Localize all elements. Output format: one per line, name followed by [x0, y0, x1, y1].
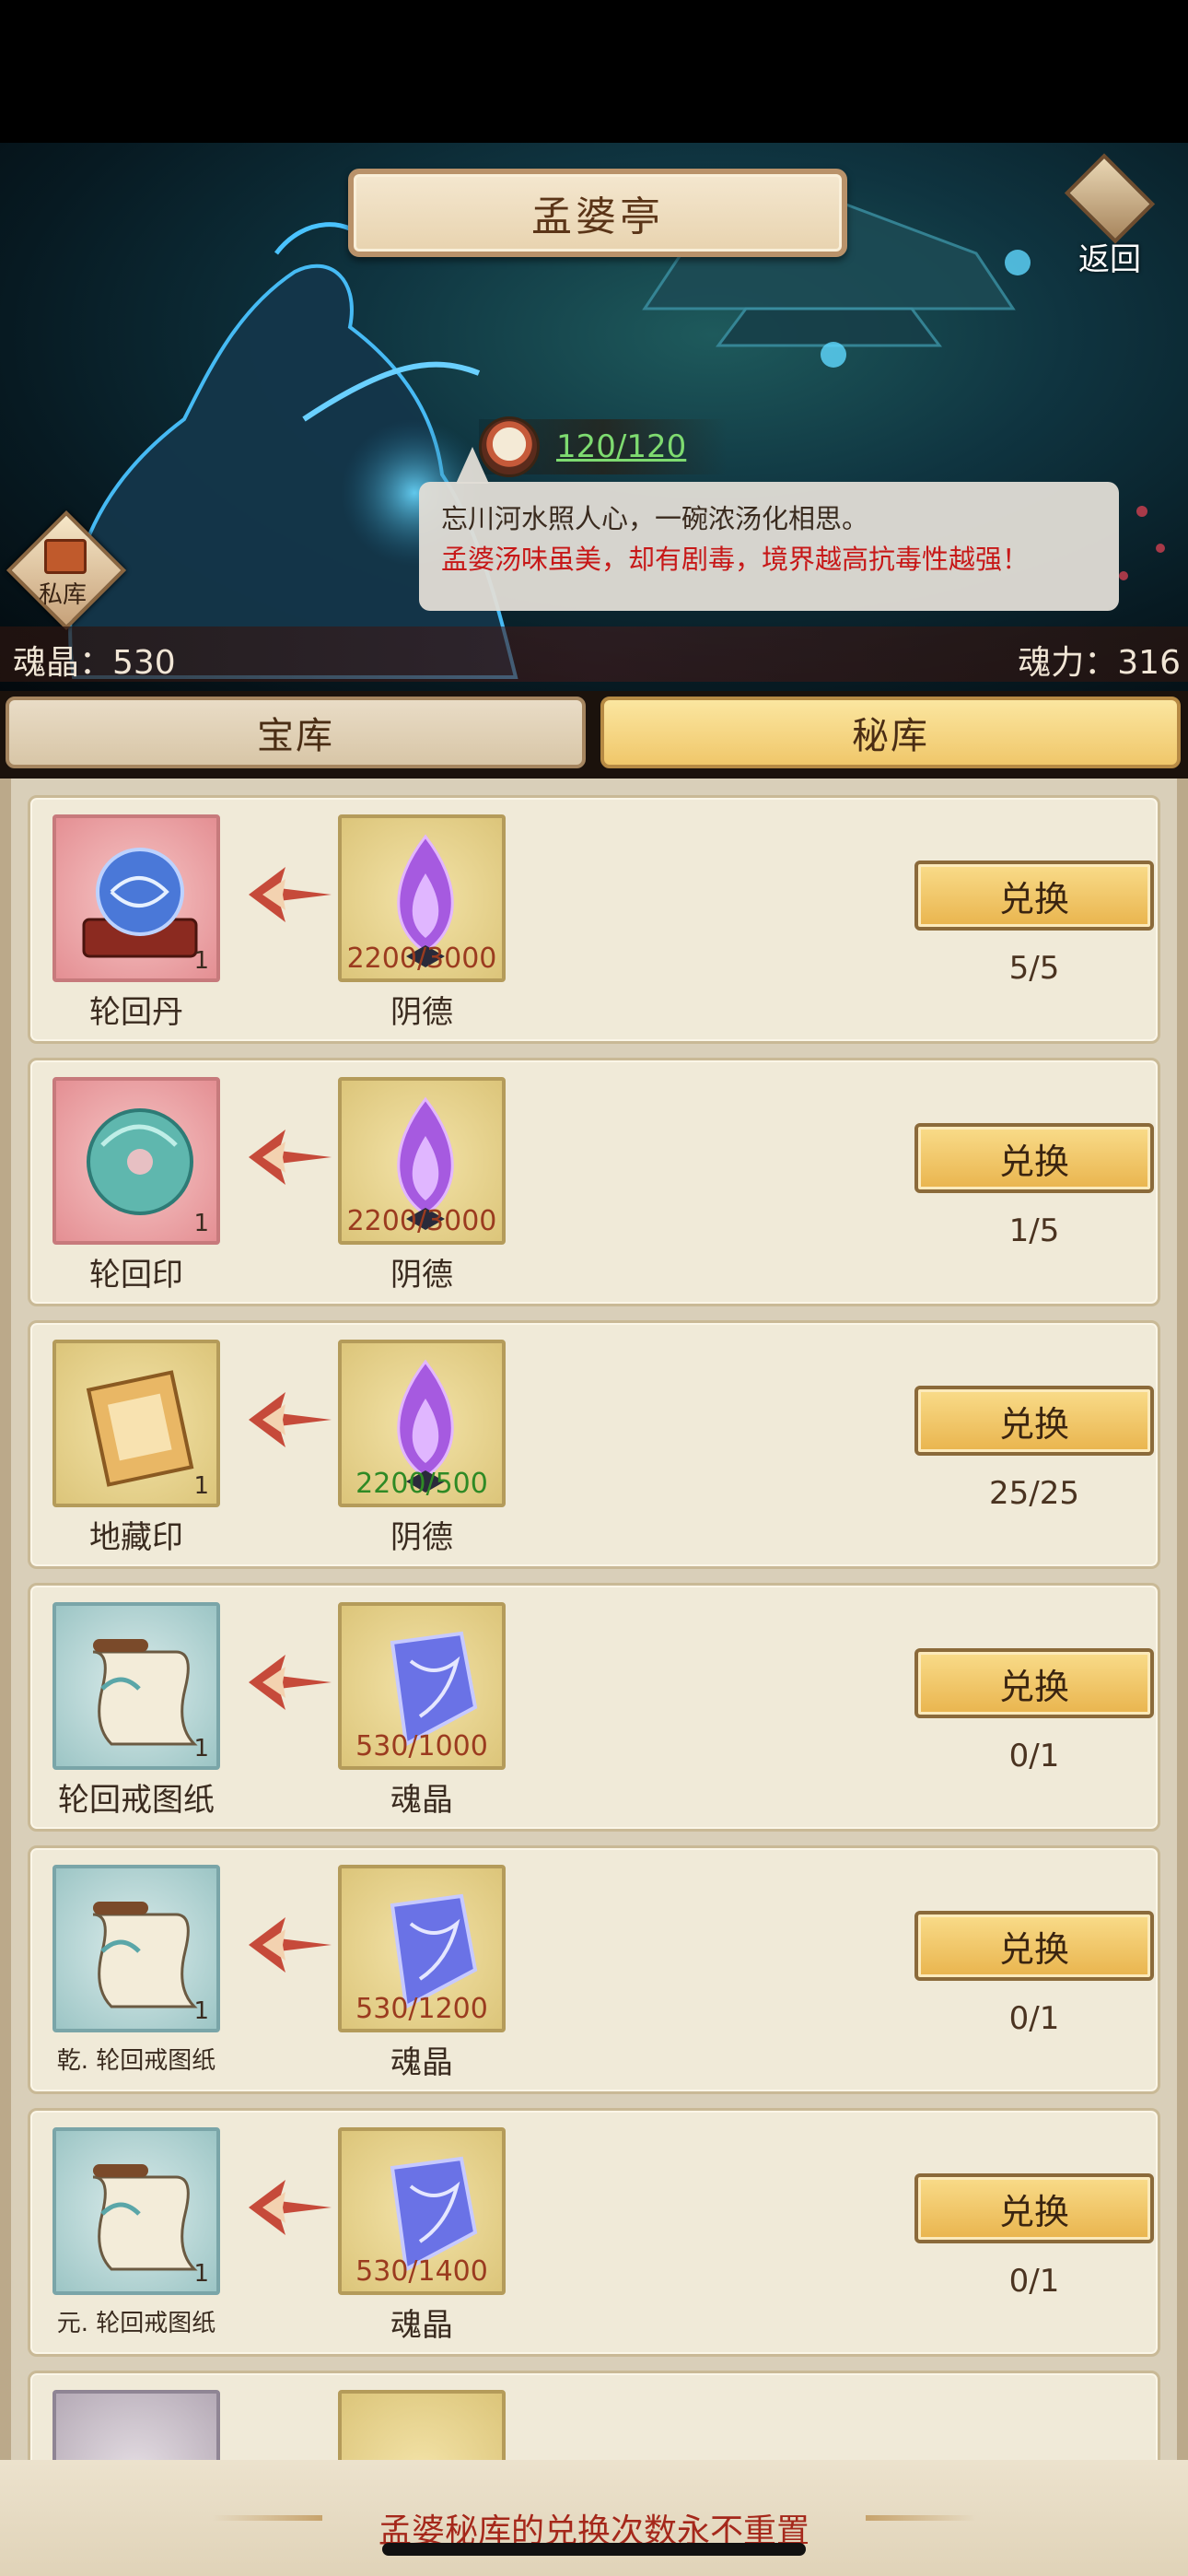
exchange-row: 1 轮回丹 2200/3000 阴德 兑换 5/5: [28, 795, 1160, 1044]
reward-item-slot[interactable]: 1: [52, 1340, 220, 1507]
tab-bar: 宝库 秘库: [0, 691, 1188, 779]
hero-banner: 孟婆亭 返回 120/120 忘川河水照人心，一碗浓汤化相思。 孟婆汤味虽美，却…: [0, 143, 1188, 691]
exchange-row: 1 地藏印 2200/500 阴德 兑换 25/25: [28, 1320, 1160, 1569]
exchange-count: 0/1: [1008, 2000, 1060, 2037]
back-button[interactable]: 返回: [1059, 153, 1160, 279]
soul-power-stat: 魂力：316: [1018, 644, 1181, 682]
cost-item-slot[interactable]: 530/1400: [338, 2127, 506, 2295]
right-ornament: [866, 2515, 976, 2521]
reward-item-slot[interactable]: 1: [52, 1602, 220, 1770]
exchange-button[interactable]: 兑换: [914, 1123, 1154, 1193]
exchange-row: 1 轮回印 2200/3000 阴德 兑换 1/5: [28, 1058, 1160, 1306]
exchange-count: 5/5: [1008, 950, 1060, 987]
npc-dialogue: 忘川河水照人心，一碗浓汤化相思。 孟婆汤味虽美，却有剧毒，境界越高抗毒性越强！: [419, 482, 1119, 611]
tab-secret-store[interactable]: 秘库: [600, 697, 1181, 768]
reward-item-slot[interactable]: 1: [52, 1865, 220, 2032]
cost-item-name: 阴德: [390, 1257, 453, 1294]
exchange-arrow-icon: [249, 1130, 332, 1185]
private-store-label: 私库: [38, 581, 87, 609]
reward-item-name: 地藏印: [89, 1519, 183, 1556]
page-title: 孟婆亭: [348, 169, 847, 257]
dialogue-line-2: 孟婆汤味虽美，却有剧毒，境界越高抗毒性越强！: [441, 544, 1030, 575]
cost-item-slot[interactable]: [338, 2390, 506, 2460]
dialogue-line-1: 忘川河水照人心，一碗浓汤化相思。: [441, 503, 869, 534]
reward-quantity: 1: [193, 1735, 209, 1762]
bowl-counter-value[interactable]: 120/120: [556, 428, 686, 465]
cost-progress: 530/1000: [355, 1730, 488, 1762]
cost-progress: 2200/500: [355, 1468, 488, 1500]
reward-quantity: 1: [193, 2260, 209, 2288]
exchange-count: 0/1: [1008, 2263, 1060, 2300]
cost-item-name: 魂晶: [390, 2307, 453, 2344]
reward-quantity: 1: [193, 1997, 209, 2025]
soul-crystal-stat: 魂晶：530: [13, 644, 176, 682]
cost-item-name: 阴德: [390, 994, 453, 1031]
exchange-arrow-icon: [249, 2180, 332, 2235]
back-icon: [1064, 153, 1156, 244]
exchange-arrow-icon: [249, 867, 332, 922]
exchange-arrow-icon: [249, 1917, 332, 1973]
cost-item-slot[interactable]: 2200/3000: [338, 814, 506, 982]
exchange-button[interactable]: 兑换: [914, 1386, 1154, 1456]
cost-item-slot[interactable]: 530/1200: [338, 1865, 506, 2032]
exchange-count: 25/25: [989, 1475, 1079, 1512]
reward-item-slot[interactable]: 1: [52, 1077, 220, 1245]
exchange-count: 0/1: [1008, 1738, 1060, 1774]
exchange-count: 1/5: [1008, 1212, 1060, 1249]
reward-item-name: 轮回戒图纸: [58, 1782, 215, 1819]
reward-item-name: 轮回印: [89, 1257, 183, 1294]
speech-tail: [456, 447, 489, 484]
cost-item-name: 魂晶: [390, 1782, 453, 1819]
exchange-button[interactable]: 兑换: [914, 1911, 1154, 1981]
exchange-row: 1 元. 轮回戒图纸 530/1400 魂晶 兑换 0/1: [28, 2108, 1160, 2357]
reward-item-slot[interactable]: 1: [52, 2127, 220, 2295]
cost-progress: 2200/3000: [346, 1205, 497, 1237]
exchange-row: 1 乾. 轮回戒图纸 530/1200 魂晶 兑换 0/1: [28, 1845, 1160, 2094]
exchange-button[interactable]: 兑换: [914, 1648, 1154, 1718]
cost-progress: 2200/3000: [346, 943, 497, 975]
cost-item-slot[interactable]: 2200/500: [338, 1340, 506, 1507]
cost-item-name: 魂晶: [390, 2044, 453, 2081]
exchange-button[interactable]: 兑换: [914, 861, 1154, 931]
status-area: [0, 0, 1188, 143]
reward-item-name: 乾. 轮回戒图纸: [56, 2047, 216, 2075]
exchange-arrow-icon: [249, 1392, 332, 1447]
reward-quantity: 1: [193, 947, 209, 975]
reward-item-name: 轮回丹: [89, 994, 183, 1031]
exchange-list[interactable]: 1 轮回丹 2200/3000 阴德 兑换 5/5 1 轮回印 2200/3000 阴德 兑换 1/5…: [0, 779, 1188, 2460]
tab-treasury[interactable]: 宝库: [6, 697, 586, 768]
cost-progress: 530/1200: [355, 1993, 488, 2025]
treasure-box-icon: [44, 539, 87, 574]
home-indicator[interactable]: [382, 2543, 806, 2556]
exchange-arrow-icon: [249, 1655, 332, 1710]
reward-item-slot[interactable]: [52, 2390, 220, 2460]
exchange-row-partial: [28, 2371, 1160, 2460]
exchange-row: 1 轮回戒图纸 530/1000 魂晶 兑换 0/1: [28, 1583, 1160, 1832]
exchange-button[interactable]: 兑换: [914, 2173, 1154, 2243]
cost-item-slot[interactable]: 530/1000: [338, 1602, 506, 1770]
reward-item-slot[interactable]: 1: [52, 814, 220, 982]
reward-item-name: 元. 轮回戒图纸: [56, 2310, 216, 2337]
cost-progress: 530/1400: [355, 2255, 488, 2288]
cost-item-name: 阴德: [390, 1519, 453, 1556]
bowl-counter: 120/120: [479, 416, 728, 477]
reward-quantity: 1: [193, 1472, 209, 1500]
stats-bar: 魂晶：530 魂力：316: [0, 626, 1188, 682]
back-label: 返回: [1078, 241, 1141, 278]
reward-quantity: 1: [193, 1210, 209, 1237]
cost-item-slot[interactable]: 2200/3000: [338, 1077, 506, 1245]
footer: 孟婆秘库的兑换次数永不重置: [0, 2460, 1188, 2576]
private-store-button[interactable]: 私库: [6, 509, 127, 631]
